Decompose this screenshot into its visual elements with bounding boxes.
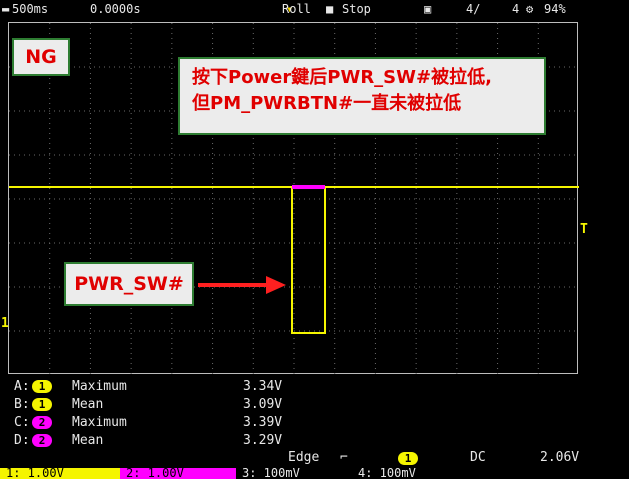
channel4-scale[interactable]: 4: 100mV (352, 468, 468, 479)
channel-badge: 2 (32, 434, 52, 447)
channel-badge: 1 (32, 398, 52, 411)
timebase[interactable]: 500ms (12, 0, 48, 18)
measurement-row[interactable]: D: 2 Mean 3.29V (0, 432, 629, 449)
callout-line-2: 但PM_PWRBTN#一直未被拉低 (192, 93, 462, 114)
channel-badge: 2 (32, 416, 52, 429)
channel1-ground-marker[interactable]: 1 (1, 316, 9, 331)
timebase-icon: ▬ (2, 2, 10, 16)
callout-note: 按下Power鍵后PWR_SW#被拉低, 但PM_PWRBTN#一直未被拉低 (178, 57, 546, 135)
measurement-row[interactable]: A: 1 Maximum 3.34V (0, 378, 629, 395)
signal-label: PWR_SW# (64, 262, 194, 306)
measurement-row[interactable]: B: 1 Mean 3.09V (0, 396, 629, 413)
channel2-overlay (292, 185, 325, 189)
measurement-panel: A: 1 Maximum 3.34V B: 1 Mean 3.09V C: 2 … (0, 378, 629, 448)
trigger-level-marker[interactable]: T (580, 222, 588, 237)
run-state[interactable]: Stop (342, 0, 371, 18)
stop-icon: ■ (326, 2, 334, 16)
channel-scale-bar: 1: 1.00V 2: 1.00V 3: 100mV 4: 100mV (0, 468, 629, 479)
channel-badge: 1 (32, 380, 52, 393)
channel1-scale[interactable]: 1: 1.00V (0, 468, 120, 479)
status-bar: ▬ 500ms 0.0000s ▾ Roll ■ Stop ▣ 4/ 4 ⚙ 9… (0, 0, 629, 18)
ng-label: NG (12, 38, 70, 76)
acquisition-count: 4/ (466, 2, 481, 16)
acquisition-total: 4 (512, 2, 520, 16)
channel2-scale[interactable]: 2: 1.00V (120, 468, 236, 479)
trigger-coupling: DC (470, 450, 486, 465)
trigger-source-badge: 1 (398, 452, 418, 465)
trigger-level: 2.06V (540, 450, 580, 465)
acquisition-mode[interactable]: Roll (282, 0, 311, 18)
battery-level: 94% (544, 2, 566, 16)
delay[interactable]: 0.0000s (90, 0, 141, 18)
trigger-info[interactable]: Edge ⌐ 1 DC 2.06V (0, 450, 629, 466)
red-arrow-icon (198, 276, 286, 294)
channel3-scale[interactable]: 3: 100mV (236, 468, 352, 479)
callout-line-1: 按下Power鍵后PWR_SW#被拉低, (192, 67, 492, 88)
settings-gear-icon[interactable]: ⚙ (526, 0, 533, 18)
rising-edge-icon: ⌐ (340, 450, 348, 465)
trigger-type: Edge (288, 450, 320, 465)
memory-icon: ▣ (424, 2, 432, 16)
measurement-row[interactable]: C: 2 Maximum 3.39V (0, 414, 629, 431)
